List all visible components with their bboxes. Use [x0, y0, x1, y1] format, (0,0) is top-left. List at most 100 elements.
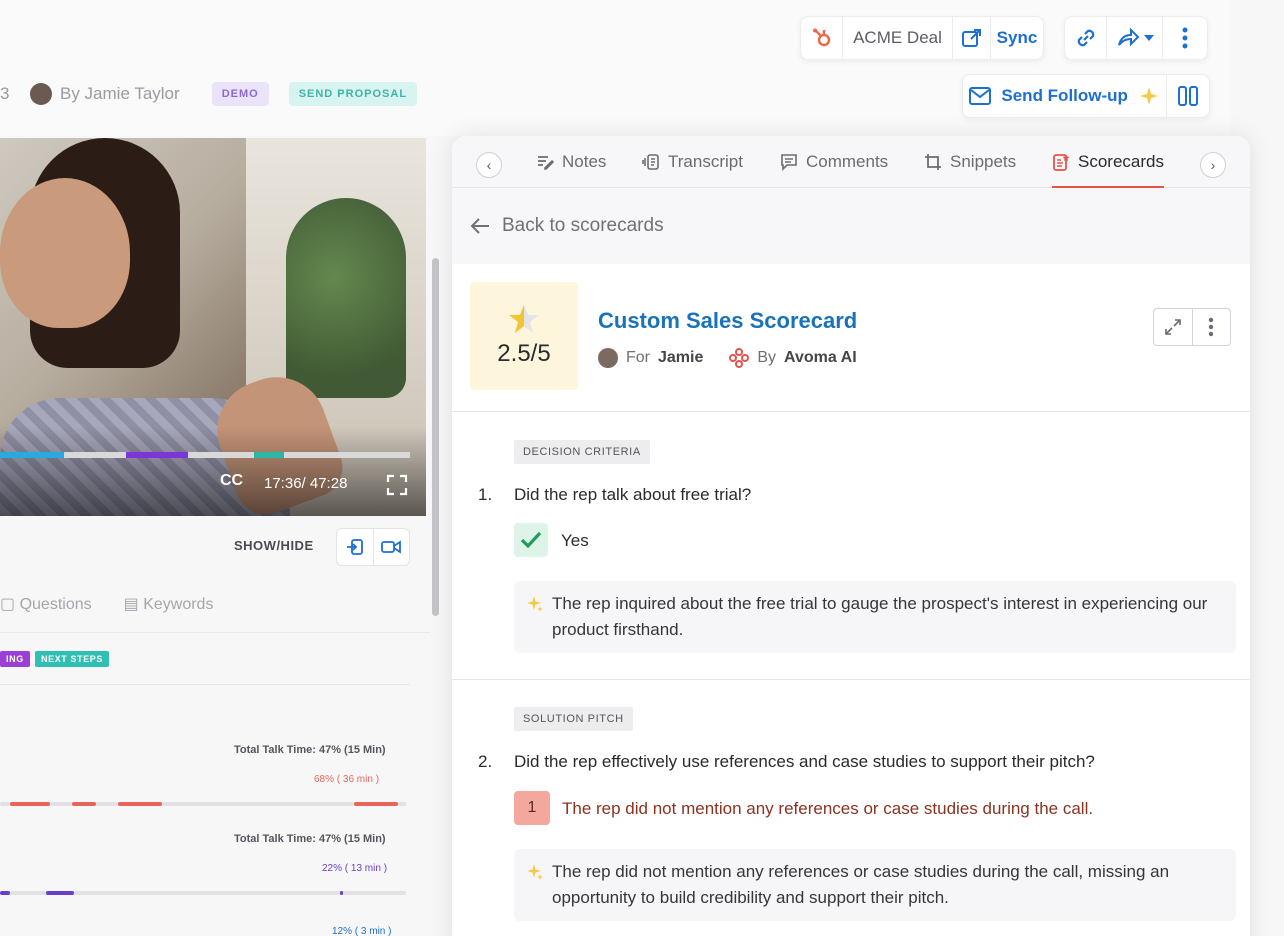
- talk-time-sub: 68% ( 36 min ): [314, 774, 380, 785]
- question-number: 2.: [478, 752, 493, 771]
- crm-toolbar: ACME Deal Sync: [800, 16, 1044, 60]
- answer-text: Yes: [561, 531, 589, 550]
- exit-panel-icon[interactable]: [337, 529, 374, 565]
- more-options-icon[interactable]: [1163, 17, 1207, 59]
- back-to-scorecards-link[interactable]: Back to scorecards: [452, 188, 1250, 264]
- scorecard-meta: For Jamie By Avoma AI: [598, 348, 857, 368]
- send-follow-up-button[interactable]: Send Follow-up: [963, 75, 1168, 117]
- tab-questions-label: Questions: [19, 596, 92, 613]
- tab-comments-label: Comments: [806, 152, 889, 171]
- scrollbar[interactable]: [432, 258, 439, 616]
- scorecard-header: 2.5/5 Custom Sales Scorecard For Jamie B…: [452, 264, 1250, 412]
- tab-keywords-label: Keywords: [143, 596, 214, 613]
- caret-down-icon: [1143, 35, 1154, 41]
- tab-keywords[interactable]: ▤ Keywords: [124, 594, 214, 614]
- panel-tab-bar: ‹ Notes Transcript Comments Snippets Sco…: [452, 136, 1250, 188]
- sync-button[interactable]: Sync: [991, 17, 1043, 59]
- scorecards-icon: [1053, 154, 1070, 171]
- video-player[interactable]: [0, 138, 426, 516]
- for-name: Jamie: [658, 349, 704, 366]
- ai-explanation: The rep inquired about the free trial to…: [514, 581, 1236, 653]
- chevron-right-icon[interactable]: ›: [1200, 152, 1226, 178]
- open-external-icon[interactable]: [953, 17, 991, 59]
- link-icon[interactable]: [1065, 17, 1107, 59]
- answer-score-badge[interactable]: 1: [514, 791, 550, 825]
- talk-time-sub: 22% ( 13 min ): [322, 863, 388, 874]
- deal-name[interactable]: ACME Deal: [843, 17, 953, 59]
- comments-icon: [781, 154, 797, 171]
- video-progress-bar[interactable]: [0, 452, 410, 458]
- tab-snippets[interactable]: Snippets: [924, 136, 1016, 188]
- by-prefix: By: [757, 349, 777, 366]
- plant-image: [286, 198, 406, 398]
- talk-time-label: Total Talk Time: 47% (15 Min): [234, 833, 386, 845]
- share-dropdown-button[interactable]: [1107, 17, 1163, 59]
- tag-ing[interactable]: ING: [0, 651, 30, 667]
- avatar: [30, 83, 52, 105]
- tag-demo[interactable]: DEMO: [211, 82, 269, 106]
- send-follow-up-label: Send Follow-up: [1001, 86, 1128, 105]
- checkmark-icon: [520, 531, 542, 549]
- meeting-number-fragment: 3: [0, 84, 10, 103]
- half-star-icon: [509, 305, 539, 333]
- category-tag: DECISION CRITERIA: [514, 440, 650, 464]
- transcript-icon: [642, 154, 659, 170]
- avatar: [598, 348, 618, 368]
- tab-questions[interactable]: ▢ Questions: [0, 594, 92, 614]
- scorecard-panel: ‹ Notes Transcript Comments Snippets Sco…: [452, 136, 1250, 936]
- meeting-meta: 3 By Jamie Taylor DEMO SEND PROPOSAL: [0, 72, 418, 116]
- talk-timeline: [0, 891, 406, 895]
- ai-explanation: The rep did not mention any references o…: [514, 849, 1236, 921]
- question-text: Did the rep talk about free trial?: [514, 485, 752, 504]
- questions-icon: ▢: [0, 596, 16, 613]
- fullscreen-icon[interactable]: [386, 474, 408, 501]
- talk-timeline: [0, 802, 406, 806]
- category-tag: SOLUTION PITCH: [514, 707, 633, 731]
- tab-transcript-label: Transcript: [668, 152, 743, 171]
- notes-icon: [538, 156, 554, 170]
- expand-icon[interactable]: [1154, 309, 1193, 345]
- arrow-left-icon: [470, 218, 489, 234]
- tab-notes[interactable]: Notes: [536, 136, 606, 188]
- show-hide-label: SHOW/HIDE: [234, 538, 314, 553]
- keywords-icon: ▤: [123, 596, 139, 613]
- tab-snippets-label: Snippets: [950, 152, 1017, 171]
- talk-time-label: Total Talk Time: 47% (15 Min): [234, 744, 386, 756]
- share-icon: [1117, 27, 1139, 47]
- closed-captions-icon[interactable]: CC: [220, 472, 243, 490]
- answer-text: The rep did not mention any references o…: [562, 799, 1094, 818]
- sparkle-icon: [527, 596, 543, 612]
- tab-scorecards-label: Scorecards: [1078, 152, 1164, 171]
- tab-scorecards[interactable]: Scorecards: [1052, 136, 1164, 188]
- chevron-left-icon[interactable]: ‹: [476, 152, 502, 178]
- active-tab-underline: [1052, 186, 1164, 188]
- follow-up-toolbar: Send Follow-up: [962, 74, 1210, 118]
- score-box: 2.5/5: [470, 282, 578, 390]
- tab-comments[interactable]: Comments: [780, 136, 888, 188]
- tab-transcript[interactable]: Transcript: [642, 136, 743, 188]
- split-view-icon[interactable]: [1167, 75, 1209, 117]
- more-options-icon[interactable]: [1193, 309, 1231, 345]
- video-time: 17:36/ 47:28: [264, 475, 348, 492]
- header-actions: [1153, 308, 1231, 346]
- question-section: DECISION CRITERIA 1. Did the rep talk ab…: [452, 412, 1250, 680]
- left-tabs: ▢ Questions ▤ Keywords: [0, 594, 213, 614]
- back-label: Back to scorecards: [502, 215, 664, 236]
- avoma-logo-icon: [729, 348, 750, 368]
- meeting-owner: By Jamie Taylor: [60, 84, 180, 103]
- sparkle-icon: [1139, 87, 1158, 105]
- for-prefix: For: [626, 349, 650, 366]
- ai-explanation-text: The rep inquired about the free trial to…: [552, 594, 1208, 639]
- question-text: Did the rep effectively use references a…: [514, 752, 1095, 771]
- video-camera-icon[interactable]: [374, 529, 410, 565]
- tab-notes-label: Notes: [562, 152, 607, 171]
- scorecard-title[interactable]: Custom Sales Scorecard: [598, 308, 857, 334]
- mail-icon: [969, 87, 992, 105]
- tag-send-proposal[interactable]: SEND PROPOSAL: [288, 82, 418, 106]
- answer-yes-checkbox[interactable]: [514, 523, 548, 557]
- tag-next-steps[interactable]: NEXT STEPS: [35, 651, 110, 667]
- by-name: Avoma AI: [784, 349, 857, 366]
- snippets-icon: [925, 154, 941, 170]
- hubspot-icon[interactable]: [801, 17, 843, 59]
- ai-explanation-text: The rep did not mention any references o…: [552, 862, 1170, 907]
